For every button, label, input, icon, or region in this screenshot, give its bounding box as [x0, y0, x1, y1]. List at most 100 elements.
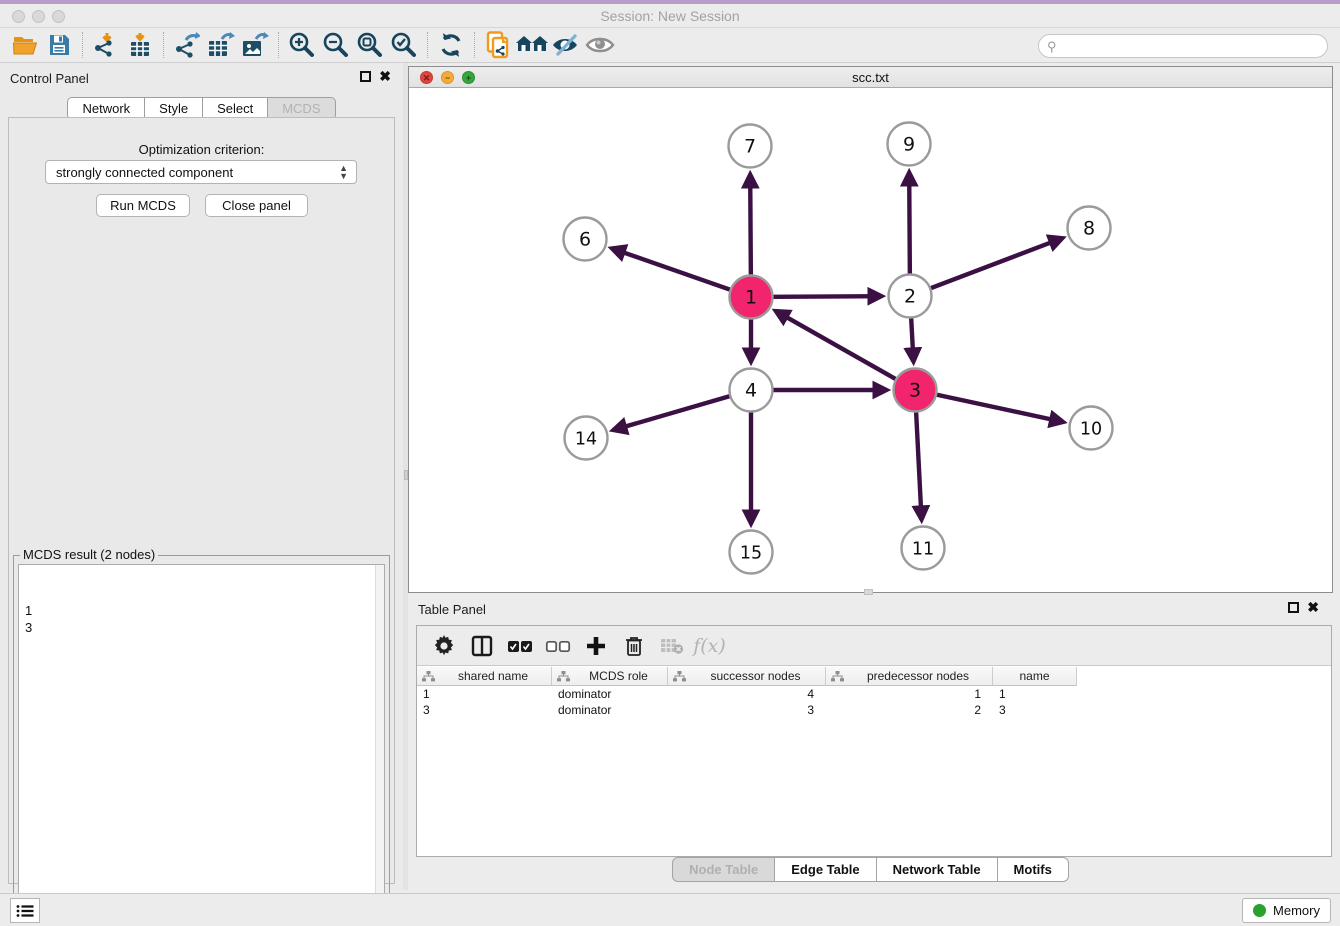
- zoom-selected-icon[interactable]: [387, 30, 421, 60]
- search-input[interactable]: [1038, 34, 1328, 58]
- graph-edge-2-8[interactable]: [931, 238, 1062, 288]
- graph-node-14[interactable]: 14: [565, 417, 608, 460]
- close-panel-button[interactable]: Close panel: [205, 194, 308, 217]
- graph-node-3[interactable]: 3: [894, 369, 937, 412]
- column-header-name[interactable]: name: [993, 667, 1077, 686]
- graph-edge-3-1[interactable]: [776, 311, 896, 379]
- column-header-shared-name[interactable]: shared name: [417, 667, 552, 686]
- open-session-icon[interactable]: [8, 30, 42, 60]
- select-all-checks-icon[interactable]: [503, 630, 536, 662]
- settings-gear-icon[interactable]: [427, 630, 460, 662]
- cell-name[interactable]: 1: [993, 686, 1077, 702]
- network-clipboard-icon[interactable]: [481, 30, 515, 60]
- mcds-result-text[interactable]: 13: [18, 564, 385, 926]
- graph-edge-2-3[interactable]: [911, 318, 913, 361]
- graph-node-9[interactable]: 9: [888, 123, 931, 166]
- export-network-icon[interactable]: [170, 30, 204, 60]
- maximize-view-button[interactable]: +: [462, 71, 475, 84]
- cell-name[interactable]: 3: [993, 702, 1077, 718]
- save-session-icon[interactable]: [42, 30, 76, 60]
- graph-node-6[interactable]: 6: [564, 218, 607, 261]
- refresh-view-icon[interactable]: [434, 30, 468, 60]
- zoom-in-icon[interactable]: [285, 30, 319, 60]
- control-panel: Control Panel ✖ NetworkStyleSelectMCDS O…: [0, 63, 403, 890]
- tab-network-table[interactable]: Network Table: [876, 857, 997, 882]
- control-panel-title: Control Panel: [10, 71, 89, 86]
- zoom-fit-icon[interactable]: [353, 30, 387, 60]
- cell-shared-name[interactable]: 3: [417, 702, 552, 718]
- table-header-row: shared nameMCDS rolesuccessor nodesprede…: [417, 667, 1077, 686]
- graph-node-11[interactable]: 11: [902, 527, 945, 570]
- graph-node-15[interactable]: 15: [730, 531, 773, 574]
- task-history-button[interactable]: [10, 898, 40, 923]
- cell-predecessor-nodes[interactable]: 1: [826, 686, 993, 702]
- import-network-icon[interactable]: [89, 30, 123, 60]
- result-scrollbar[interactable]: [375, 565, 384, 925]
- graph-node-4[interactable]: 4: [730, 369, 773, 412]
- close-window-button[interactable]: [12, 10, 25, 23]
- hide-graphics-details-icon[interactable]: [549, 30, 583, 60]
- close-table-panel-icon[interactable]: ✖: [1307, 602, 1319, 613]
- cell-shared-name[interactable]: 1: [417, 686, 552, 702]
- svg-text:14: 14: [575, 430, 597, 450]
- horizontal-splitter-handle[interactable]: [864, 589, 873, 595]
- home-view-icon[interactable]: [515, 30, 549, 60]
- memory-button[interactable]: Memory: [1242, 898, 1331, 923]
- svg-text:2: 2: [904, 286, 916, 308]
- add-column-icon[interactable]: [579, 630, 612, 662]
- network-window-titlebar[interactable]: ✕ − + scc.txt: [409, 67, 1332, 88]
- graph-node-2[interactable]: 2: [889, 275, 932, 318]
- graph-edge-2-9[interactable]: [909, 172, 910, 273]
- toolbar-separator: [474, 32, 475, 58]
- network-view-window: ✕ − + scc.txt 7 9 6 8 1 2 4 3 14 10 15 11: [408, 66, 1333, 593]
- tab-motifs[interactable]: Motifs: [997, 857, 1069, 882]
- graph-edge-1-2[interactable]: [773, 296, 881, 297]
- column-layout-icon[interactable]: [465, 630, 498, 662]
- svg-text:7: 7: [744, 136, 756, 158]
- graph-node-8[interactable]: 8: [1068, 207, 1111, 250]
- column-header-predecessor-nodes[interactable]: predecessor nodes: [826, 667, 993, 686]
- graph-node-10[interactable]: 10: [1070, 407, 1113, 450]
- graph-edge-1-6[interactable]: [612, 248, 730, 289]
- show-graphics-details-icon[interactable]: [583, 30, 617, 60]
- graph-edge-3-10[interactable]: [937, 395, 1063, 422]
- tab-node-table[interactable]: Node Table: [672, 857, 774, 882]
- zoom-out-icon[interactable]: [319, 30, 353, 60]
- close-panel-icon[interactable]: ✖: [379, 71, 391, 82]
- table-row[interactable]: 1dominator411: [417, 686, 1331, 702]
- column-header-MCDS-role[interactable]: MCDS role: [552, 667, 668, 686]
- table-row[interactable]: 3dominator323: [417, 702, 1331, 718]
- tab-edge-table[interactable]: Edge Table: [774, 857, 875, 882]
- export-image-icon[interactable]: [238, 30, 272, 60]
- close-view-button[interactable]: ✕: [420, 71, 433, 84]
- graph-node-7[interactable]: 7: [729, 125, 772, 168]
- minimize-view-button[interactable]: −: [441, 71, 454, 84]
- function-builder-disabled-icon: f(x): [693, 630, 726, 662]
- minimize-window-button[interactable]: [32, 10, 45, 23]
- cell-MCDS-role[interactable]: dominator: [552, 686, 668, 702]
- cell-successor-nodes[interactable]: 3: [668, 702, 826, 718]
- export-table-icon[interactable]: [204, 30, 238, 60]
- column-header-successor-nodes[interactable]: successor nodes: [668, 667, 826, 686]
- graph-edge-4-14[interactable]: [613, 396, 729, 430]
- unselect-all-checks-icon[interactable]: [541, 630, 574, 662]
- select-stepper-icon: ▲▼: [339, 164, 348, 180]
- optimization-criterion-select[interactable]: strongly connected component ▲▼: [45, 160, 357, 184]
- memory-status-icon: [1253, 904, 1266, 917]
- graph-edge-3-11[interactable]: [916, 412, 921, 519]
- float-panel-icon[interactable]: [360, 71, 371, 82]
- graph-node-1[interactable]: 1: [730, 276, 773, 319]
- network-graph-canvas[interactable]: 7 9 6 8 1 2 4 3 14 10 15 11: [409, 88, 1332, 592]
- graph-edge-1-7[interactable]: [750, 174, 751, 274]
- import-table-icon[interactable]: [123, 30, 157, 60]
- float-table-panel-icon[interactable]: [1288, 602, 1299, 613]
- cell-successor-nodes[interactable]: 4: [668, 686, 826, 702]
- zoom-window-button[interactable]: [52, 10, 65, 23]
- network-view-title: scc.txt: [409, 67, 1332, 88]
- svg-text:11: 11: [912, 540, 934, 560]
- run-mcds-button[interactable]: Run MCDS: [96, 194, 190, 217]
- cell-predecessor-nodes[interactable]: 2: [826, 702, 993, 718]
- delete-column-icon[interactable]: [617, 630, 650, 662]
- memory-label: Memory: [1273, 903, 1320, 918]
- cell-MCDS-role[interactable]: dominator: [552, 702, 668, 718]
